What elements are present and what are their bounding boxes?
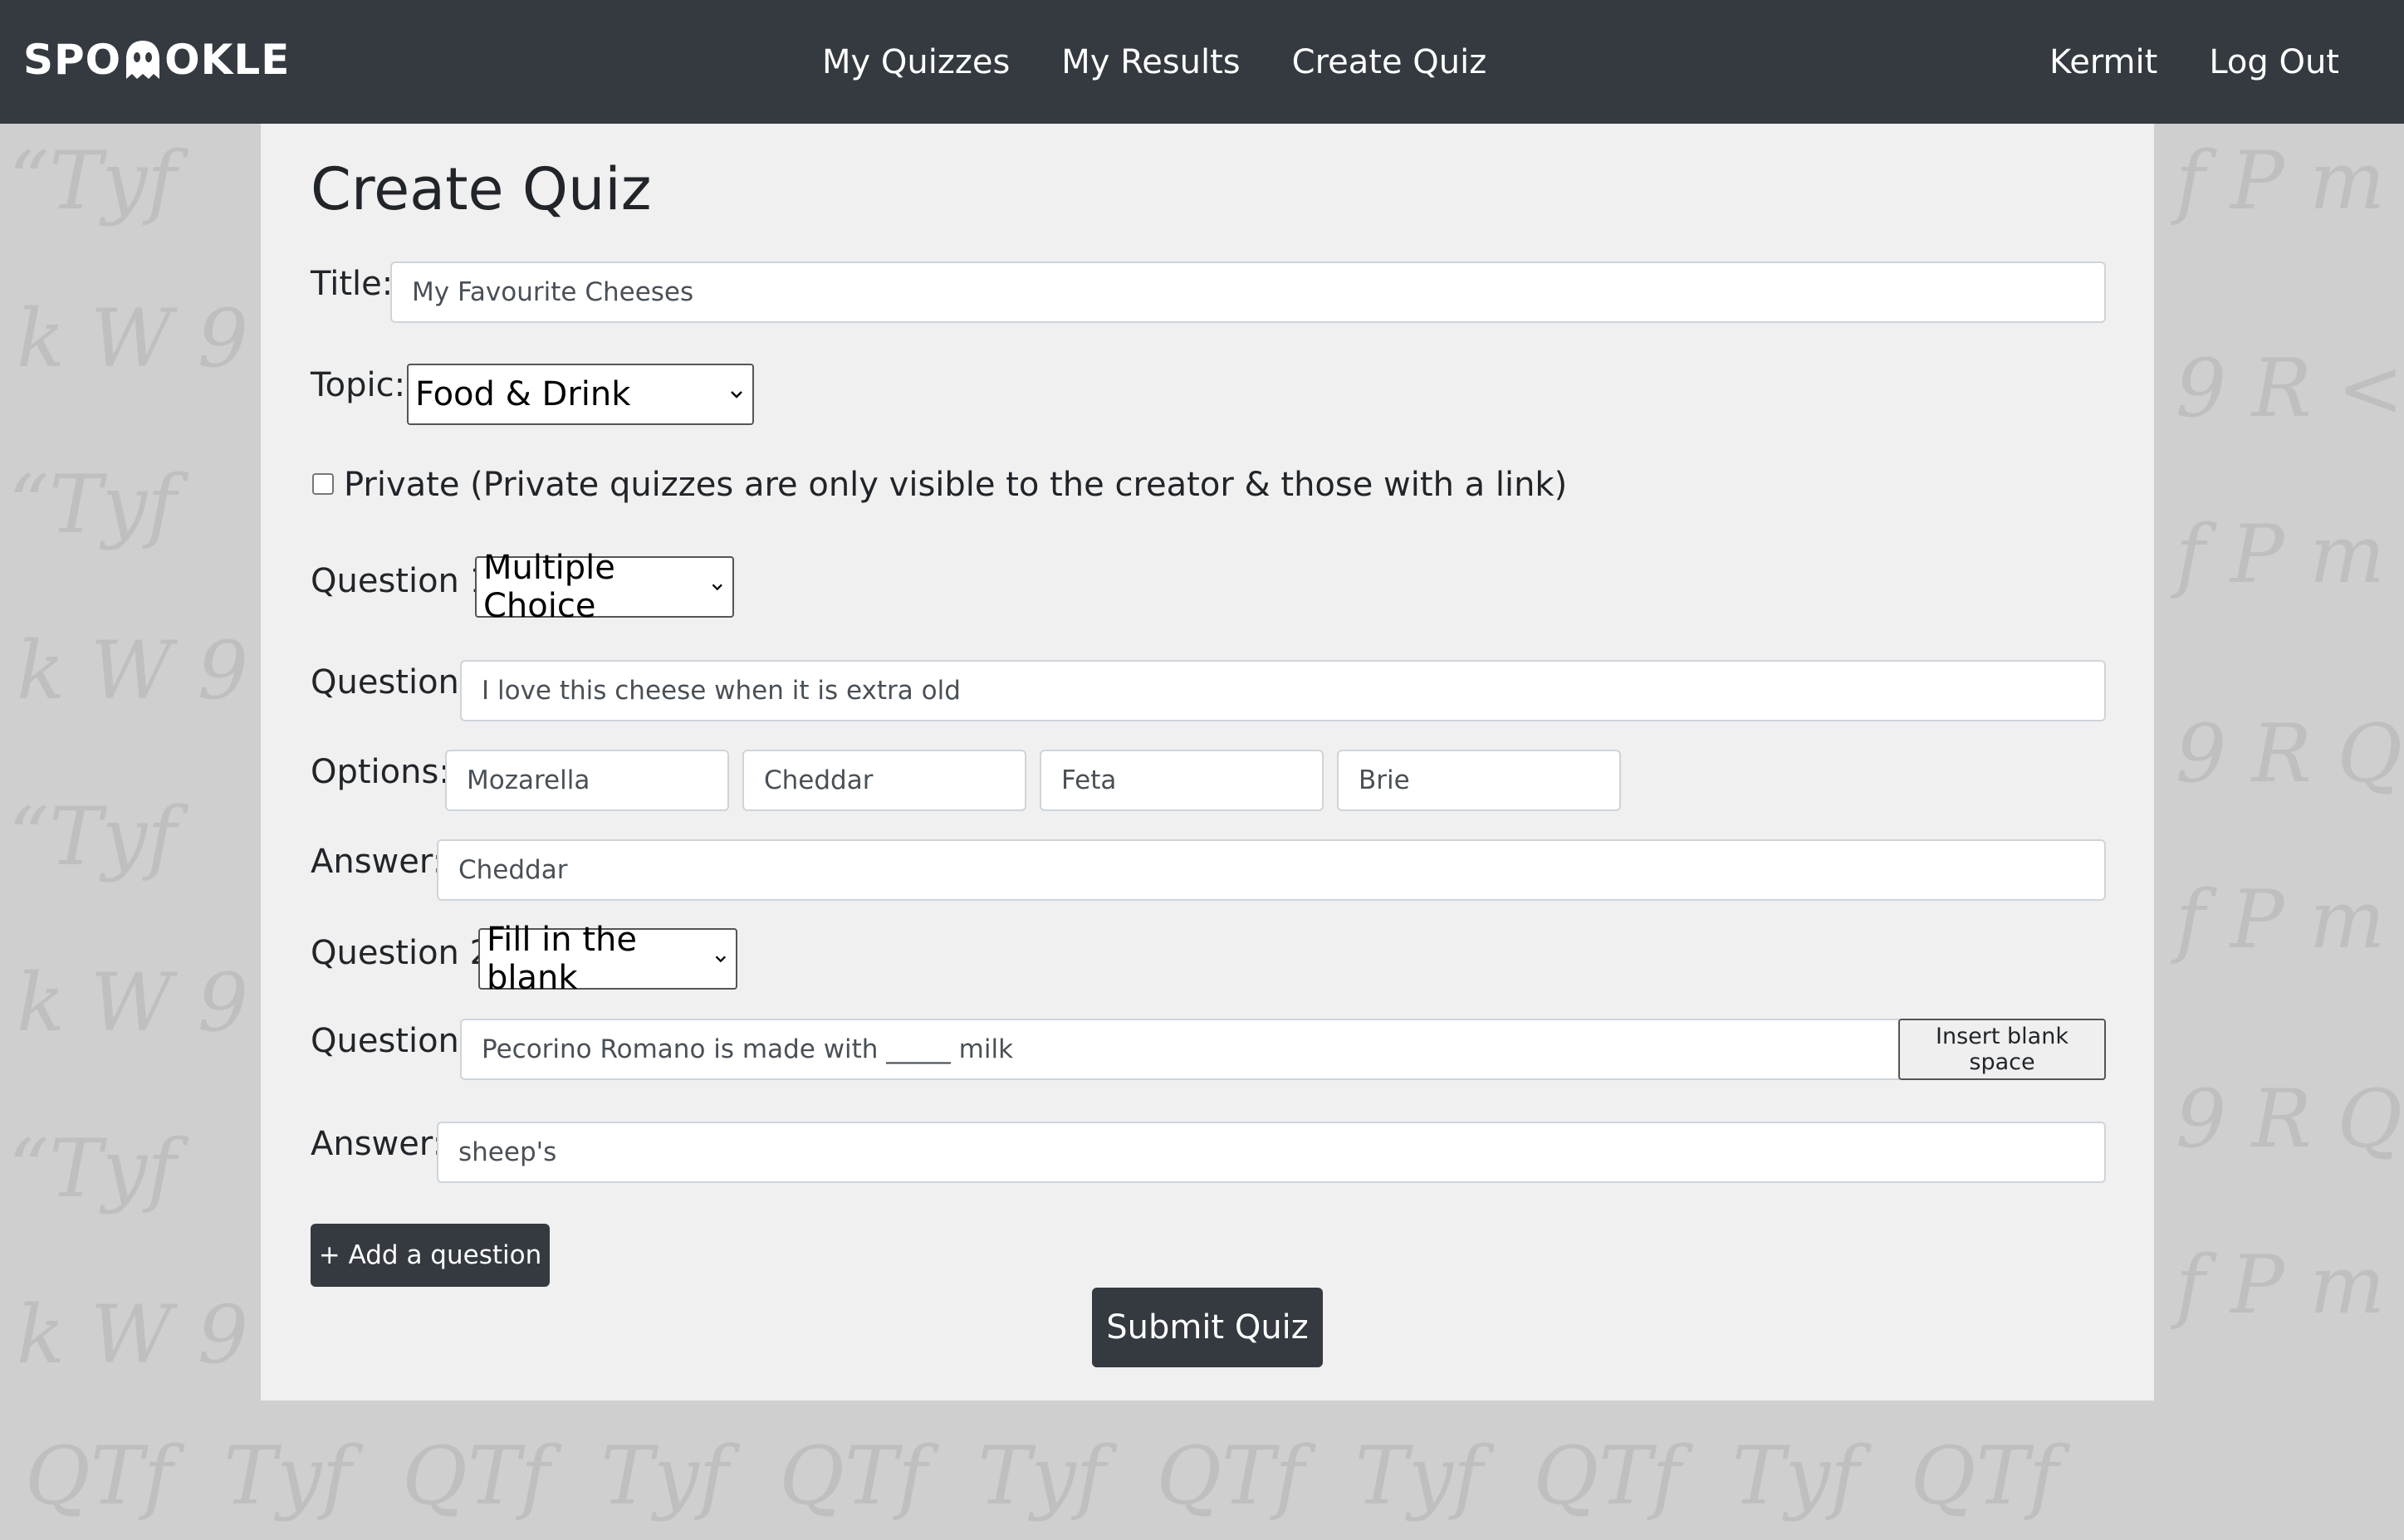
title-input[interactable] [390, 262, 2106, 323]
question-1-answer-input[interactable] [437, 839, 2106, 901]
question-2-type-value: Fill in the blank [487, 921, 637, 997]
page-title: Create Quiz [311, 155, 652, 223]
topic-select-value: Food & Drink [415, 375, 631, 413]
topic-label: Topic: [311, 366, 406, 404]
question-1-options-label: Options: [311, 753, 450, 791]
private-checkbox[interactable] [312, 473, 334, 495]
question-1-answer-label: Answer: [311, 843, 444, 881]
create-quiz-card: Create Quiz Title: Topic: Food & Drink P… [261, 124, 2154, 1401]
question-1-heading: Question 1 [311, 562, 492, 600]
ghost-icon [126, 41, 160, 79]
question-1-question-input[interactable] [460, 660, 2106, 721]
add-question-button[interactable]: + Add a question [311, 1224, 550, 1287]
question-1-type-value: Multiple Choice [483, 549, 615, 625]
option-input-3[interactable] [1040, 750, 1324, 811]
submit-quiz-button[interactable]: Submit Quiz [1092, 1288, 1323, 1367]
chevron-down-icon [731, 391, 742, 398]
title-label: Title: [311, 265, 394, 303]
question-2-question-label: Question: [311, 1022, 471, 1060]
option-input-2[interactable] [742, 750, 1026, 811]
main-nav: My Quizzes My Results Create Quiz [822, 0, 1486, 124]
top-navbar: SPO OKLE My Quizzes My Results Create Qu… [0, 0, 2404, 124]
chevron-down-icon [715, 956, 727, 963]
question-2-question-input[interactable] [460, 1019, 1900, 1080]
nav-log-out[interactable]: Log Out [2209, 43, 2339, 81]
question-1-type-select[interactable]: Multiple Choice [475, 549, 734, 625]
user-nav: Kermit Log Out [2049, 0, 2339, 124]
logo-text-left: SPO [23, 36, 122, 84]
question-2-answer-label: Answer: [311, 1125, 444, 1163]
question-2-heading: Question 2 [311, 934, 492, 972]
chevron-down-icon [712, 584, 723, 591]
logo-text-right: OKLE [164, 36, 291, 84]
question-2-answer-input[interactable] [437, 1122, 2106, 1183]
option-input-1[interactable] [445, 750, 729, 811]
nav-my-results[interactable]: My Results [1061, 43, 1240, 81]
topic-select[interactable]: Food & Drink [407, 364, 754, 425]
nav-create-quiz[interactable]: Create Quiz [1292, 43, 1487, 81]
question-1-question-label: Question: [311, 663, 471, 702]
nav-my-quizzes[interactable]: My Quizzes [822, 43, 1010, 81]
nav-user-profile[interactable]: Kermit [2049, 43, 2157, 81]
question-2-type-select[interactable]: Fill in the blank [478, 921, 737, 997]
app-logo[interactable]: SPO OKLE [23, 36, 291, 84]
private-label: Private (Private quizzes are only visibl… [344, 466, 1568, 504]
option-input-4[interactable] [1337, 750, 1621, 811]
insert-blank-space-button[interactable]: Insert blank space [1898, 1019, 2106, 1080]
